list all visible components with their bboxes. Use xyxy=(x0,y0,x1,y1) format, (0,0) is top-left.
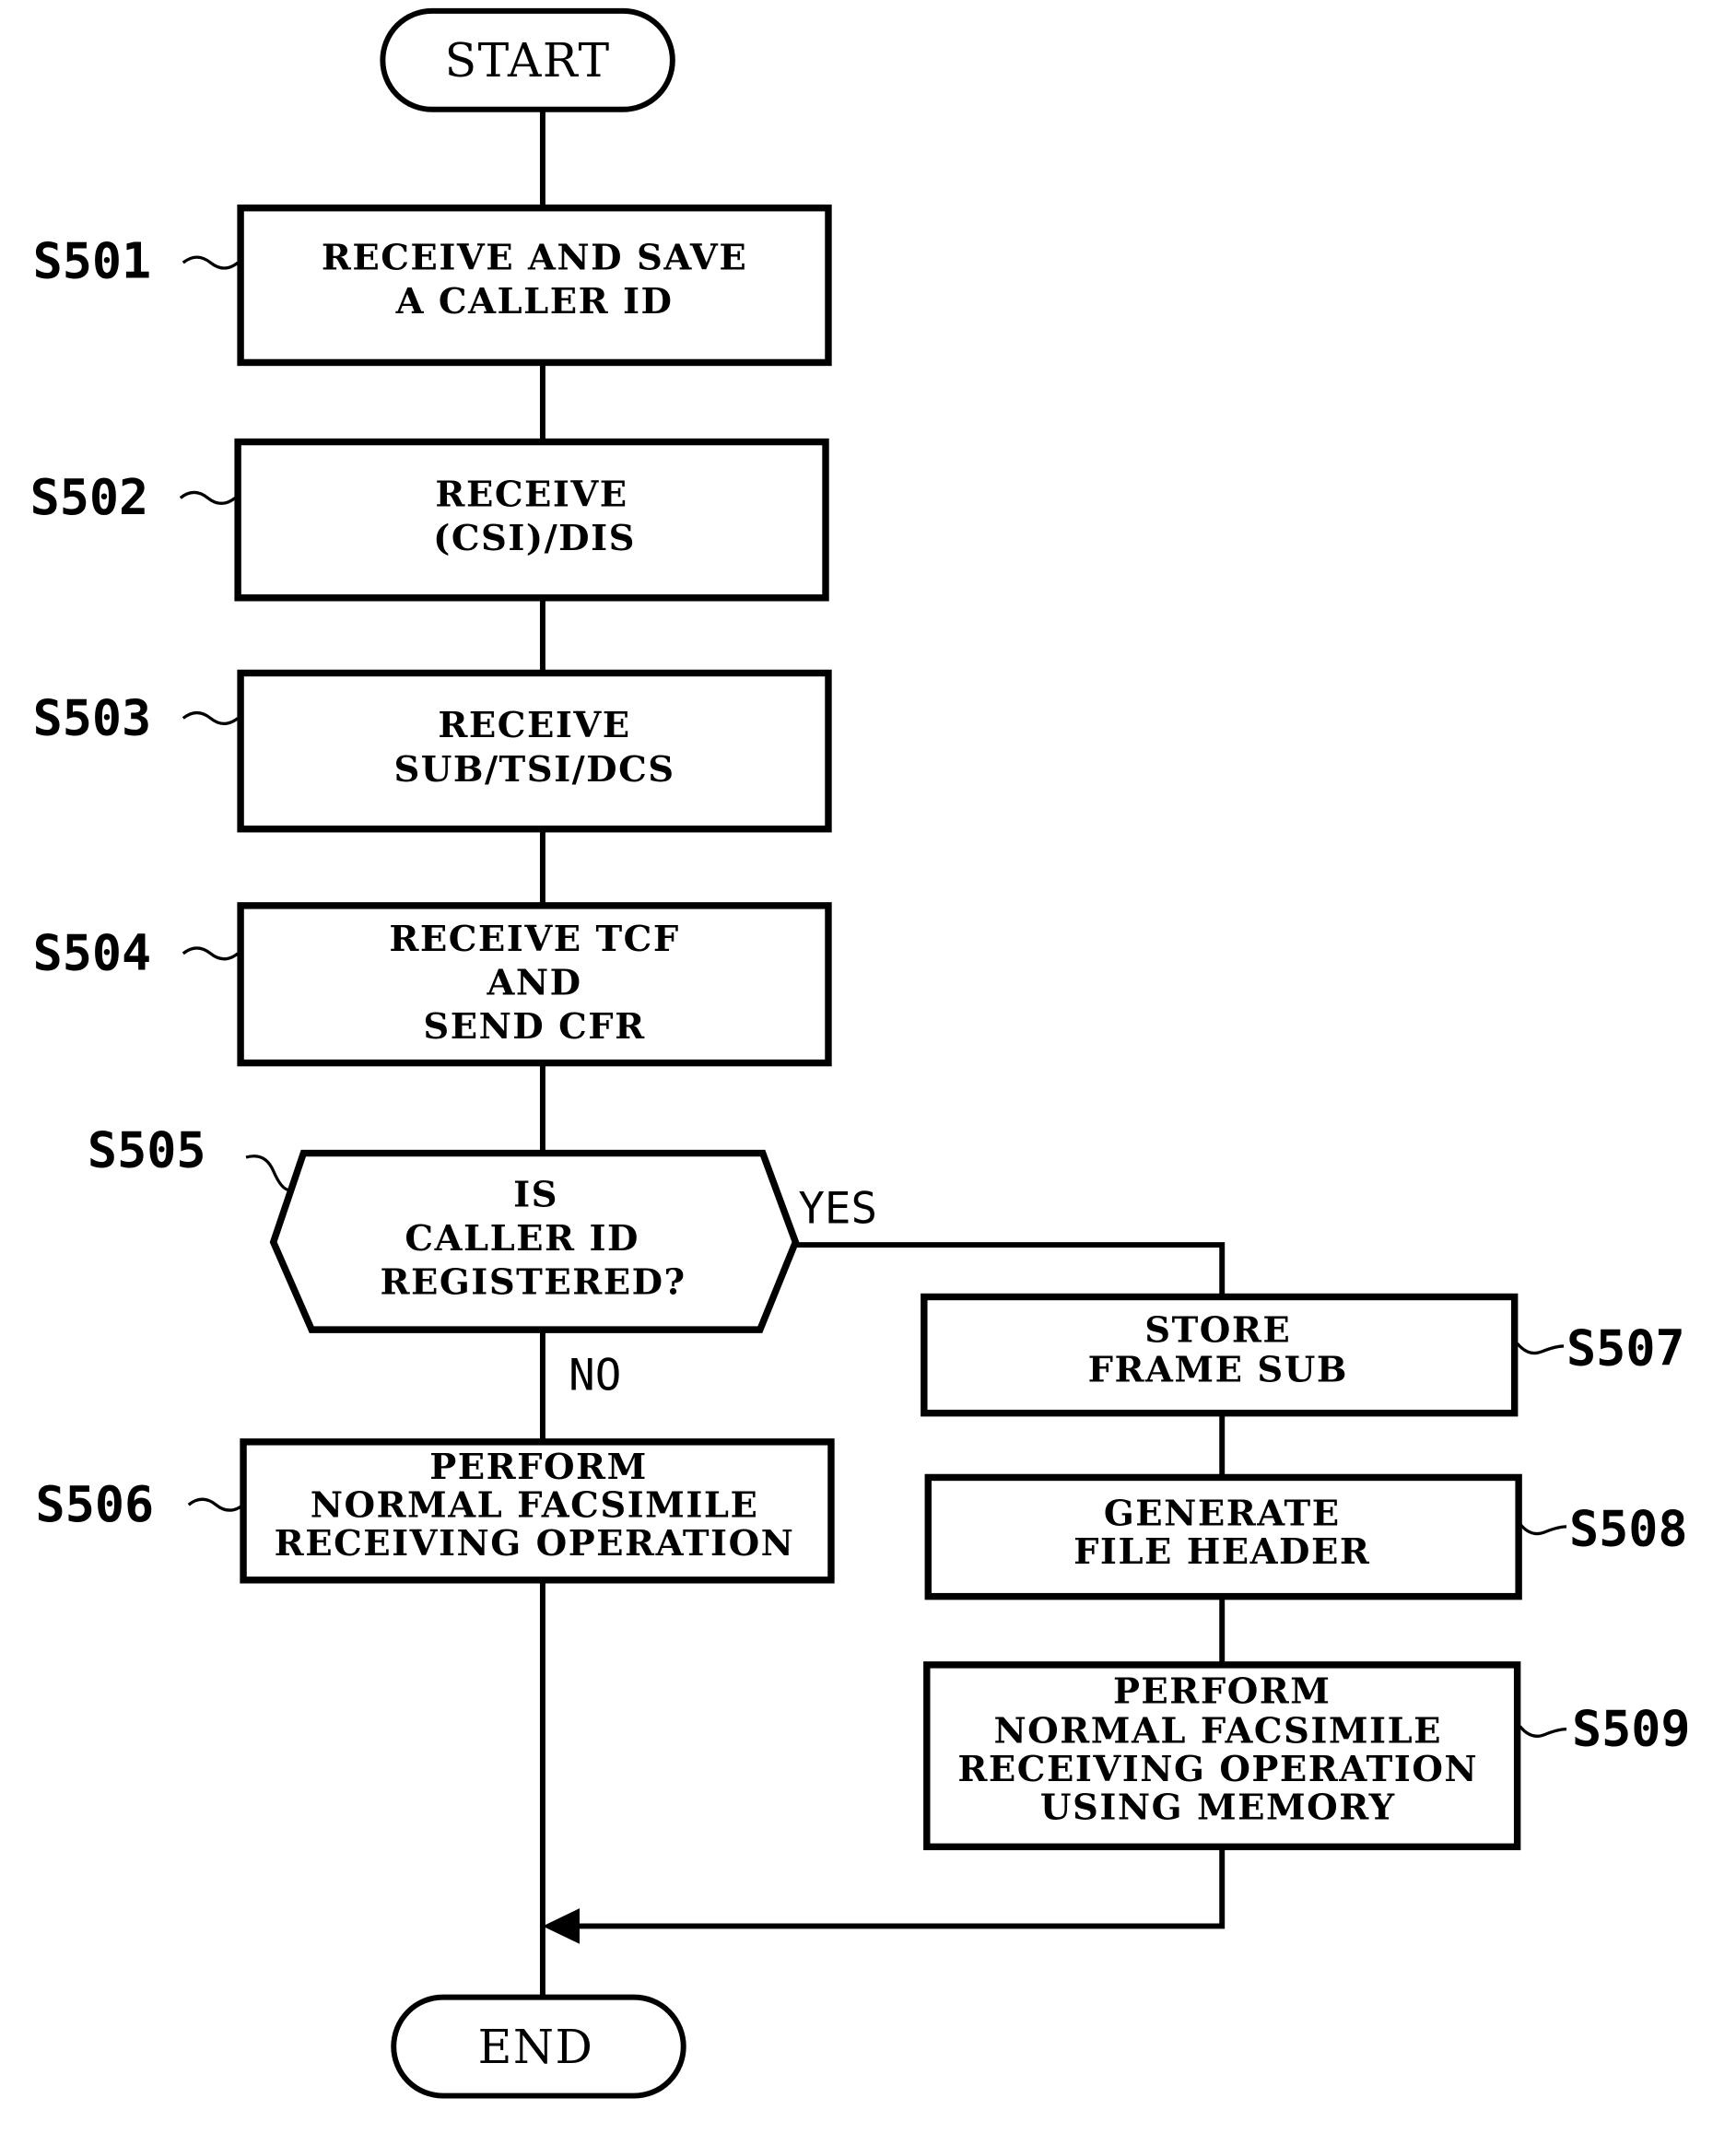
step-s504-line-1: RECEIVE TCF xyxy=(389,919,679,960)
step-s508-line-2: FILE HEADER xyxy=(1073,1531,1370,1573)
leader-s504 xyxy=(182,946,240,961)
leader-s506 xyxy=(187,1497,245,1512)
step-s508-line-1: GENERATE xyxy=(1104,1493,1341,1534)
step-s509-line-2: NORMAL FACSIMILE xyxy=(993,1710,1442,1752)
step-s506-line-1: PERFORM xyxy=(429,1447,648,1488)
step-s502-line-1: RECEIVE xyxy=(435,474,628,515)
step-s501: RECEIVE AND SAVE A CALLER ID S501 xyxy=(33,204,832,367)
step-label-s505: S505 xyxy=(88,1120,206,1178)
leader-s509 xyxy=(1519,1725,1567,1738)
decision-s505-line-2: CALLER ID xyxy=(405,1218,639,1260)
step-s506: PERFORM NORMAL FACSIMILE RECEIVING OPERA… xyxy=(36,1438,835,1584)
step-s504-line-3: SEND CFR xyxy=(423,1006,645,1048)
leader-s502 xyxy=(179,490,237,505)
decision-s505-line-3: REGISTERED? xyxy=(380,1262,686,1304)
step-s503: RECEIVE SUB/TSI/DCS S503 xyxy=(33,669,832,833)
step-s506-line-3: RECEIVING OPERATION xyxy=(275,1523,795,1565)
flowchart: START RECEIVE AND SAVE A CALLER ID S501 … xyxy=(30,7,1691,2099)
step-s507-line-1: STORE xyxy=(1144,1309,1291,1351)
leader-s501 xyxy=(182,255,240,270)
step-label-s501: S501 xyxy=(33,231,152,289)
branch-no-label: NO xyxy=(569,1350,621,1401)
step-s507: STORE FRAME SUB S507 xyxy=(921,1293,1685,1417)
step-s509-line-3: RECEIVING OPERATION xyxy=(957,1749,1478,1790)
decision-s505-line-1: IS xyxy=(513,1174,558,1215)
step-s502: RECEIVE (CSI)/DIS S502 xyxy=(30,438,829,602)
step-s509-line-4: USING MEMORY xyxy=(1040,1788,1396,1829)
start-label: START xyxy=(445,33,611,88)
step-label-s507: S507 xyxy=(1566,1319,1685,1377)
leader-s507 xyxy=(1516,1342,1565,1355)
step-s502-line-2: (CSI)/DIS xyxy=(433,518,636,559)
step-label-s509: S509 xyxy=(1572,1699,1691,1757)
branch-yes-label: YES xyxy=(798,1183,877,1234)
connector-s509-merge xyxy=(574,1846,1226,1929)
step-label-s508: S508 xyxy=(1569,1500,1688,1558)
step-s501-line-2: A CALLER ID xyxy=(395,281,674,322)
decision-s505: IS CALLER ID REGISTERED? S505 YES NO xyxy=(88,1120,877,1401)
step-s508: GENERATE FILE HEADER S508 xyxy=(924,1473,1688,1600)
connector-yes-s507 xyxy=(795,1242,1226,1297)
leader-s505 xyxy=(245,1155,290,1192)
leader-s508 xyxy=(1519,1522,1567,1536)
step-s504: RECEIVE TCF AND SEND CFR S504 xyxy=(33,902,832,1067)
step-label-s502: S502 xyxy=(30,468,149,526)
step-s509-line-1: PERFORM xyxy=(1113,1670,1331,1712)
end-label: END xyxy=(478,2020,594,2074)
step-s503-line-2: SUB/TSI/DCS xyxy=(393,749,674,791)
end-terminal: END xyxy=(391,1994,686,2099)
arrowhead-merge xyxy=(542,1908,580,1944)
start-terminal: START xyxy=(380,7,675,112)
step-s504-line-2: AND xyxy=(487,962,582,1003)
step-s507-line-2: FRAME SUB xyxy=(1088,1350,1348,1391)
step-s509: PERFORM NORMAL FACSIMILE RECEIVING OPERA… xyxy=(923,1661,1691,1851)
step-label-s504: S504 xyxy=(33,924,152,982)
step-s506-line-2: NORMAL FACSIMILE xyxy=(311,1485,759,1527)
step-s503-line-1: RECEIVE xyxy=(438,705,630,746)
step-s501-line-1: RECEIVE AND SAVE xyxy=(322,237,747,278)
leader-s503 xyxy=(182,710,240,726)
step-label-s503: S503 xyxy=(33,688,152,746)
step-label-s506: S506 xyxy=(36,1475,155,1533)
